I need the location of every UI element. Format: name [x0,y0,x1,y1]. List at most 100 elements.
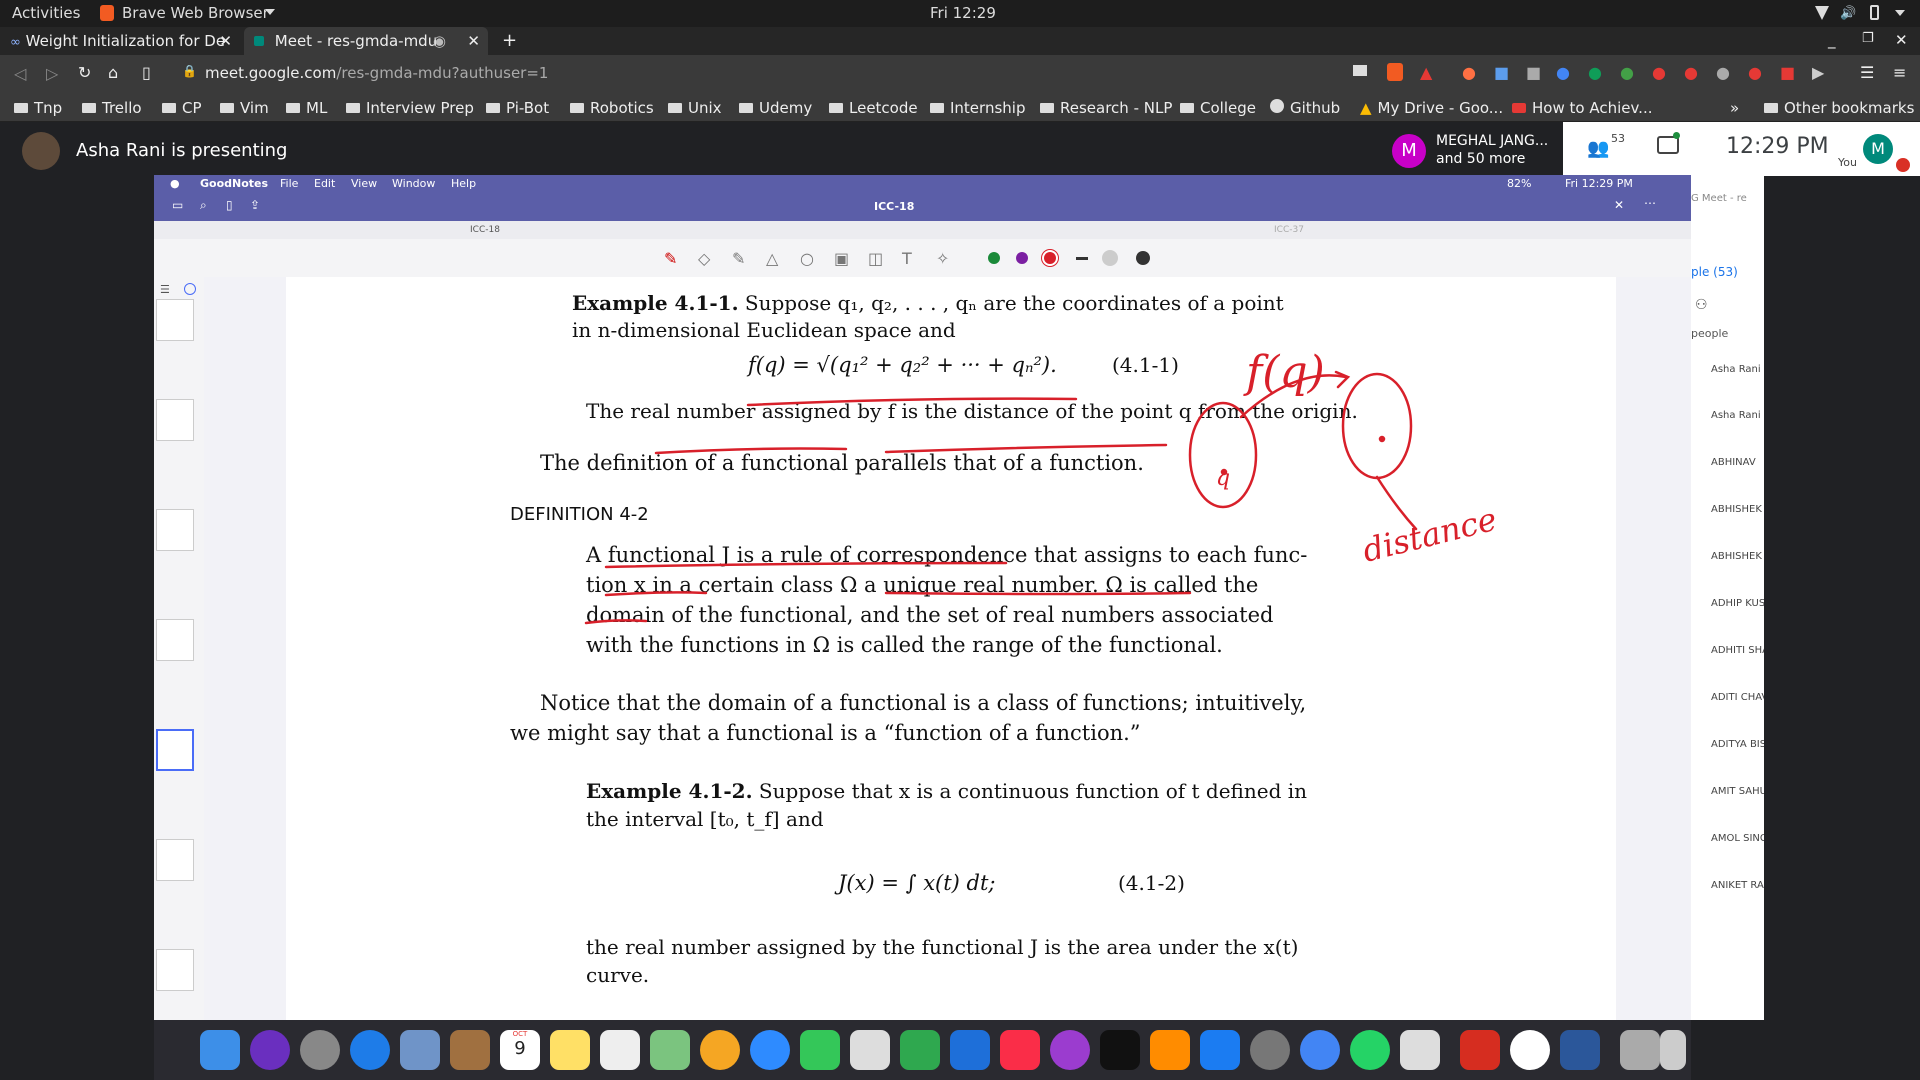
search-icon: ⌕ [200,198,207,212]
alarm-icon[interactable]: ● [1652,63,1666,82]
translate-icon[interactable]: ■ [1494,63,1509,82]
bookmark-other[interactable]: Other bookmarks [1764,99,1914,117]
lasso-icon: ○ [800,249,814,268]
list-icon: ☰ [160,283,170,296]
folder-icon [346,103,360,113]
you-label: You [1838,156,1857,169]
folder-icon [286,103,300,113]
bookmark-robotics[interactable]: Robotics [570,99,654,117]
bookmark-github[interactable]: Github [1270,99,1340,117]
trash-icon [1660,1030,1686,1070]
meet-icon [254,36,264,46]
extension-icon[interactable]: ● [1462,63,1476,82]
extension-icon[interactable]: ■ [1526,63,1541,82]
close-window-icon[interactable]: ✕ [1895,31,1908,49]
calendar-month: OCT [512,1030,528,1038]
more-icon: ⋯ [1644,196,1656,210]
forward-icon[interactable]: ▷ [46,64,58,83]
brave-icon [100,5,114,21]
folder-icon [668,103,682,113]
play-icon[interactable]: ▶ [1812,63,1824,82]
mac-menu-bar: ● GoodNotes File Edit View Window Help 8… [154,175,1691,193]
wifi-icon [1815,6,1829,20]
photos-icon [700,1030,740,1070]
apple-icon: ● [170,177,180,190]
tab-title: Meet - res-gmda-mdu [274,32,438,50]
google-icon[interactable]: ● [1556,63,1570,82]
bookmark-research-nlp[interactable]: Research - NLP [1040,99,1172,117]
bookmark-internship[interactable]: Internship [930,99,1025,117]
participant-item: ABHISHEK [1711,504,1762,515]
activities-button[interactable]: Activities [12,4,80,22]
extension-plus-icon[interactable]: ● [1620,63,1634,82]
bookmark-leetcode[interactable]: Leetcode [829,99,918,117]
home-icon[interactable]: ⌂ [108,63,118,82]
self-avatar: M [1863,134,1893,164]
tab-weight-initialization[interactable]: ∞ Weight Initialization for De ✕ [0,27,240,55]
text-tool-icon: T [902,249,912,268]
new-tab-button[interactable]: + [492,27,522,55]
participant-count: 53 [1611,132,1625,145]
bookmark-icon: ▯ [226,198,233,212]
camera-icon[interactable] [1353,65,1367,76]
arrowhead [1334,370,1351,389]
bookmark-trello[interactable]: Trello [82,99,142,117]
tab-meet[interactable]: Meet - res-gmda-mdu ◉ ✕ [244,27,488,55]
close-tab-icon[interactable]: ✕ [219,27,232,55]
back-icon[interactable]: ◁ [14,64,26,83]
brave-shield-icon[interactable] [1387,63,1403,81]
meet-controls: 👥 53 12:29 PM You M [1563,122,1920,176]
system-top-bar: Activities Brave Web Browser Fri 12:29 🔊 [0,0,1920,27]
minimize-icon[interactable]: _ [1828,31,1836,49]
calendar-extension-icon[interactable]: ■ [1780,63,1795,82]
underline-domain [584,619,648,625]
bookmark-tnp[interactable]: Tnp [14,99,62,117]
bookmarks-overflow-icon[interactable]: » [1730,99,1739,117]
chrome-icon [1300,1030,1340,1070]
bookmark-icon[interactable]: ▯ [142,63,151,82]
bookmark-pi-bot[interactable]: Pi-Bot [486,99,549,117]
bookmark-ml[interactable]: ML [286,99,327,117]
bookmark-cp[interactable]: CP [162,99,202,117]
eraser-icon: ◇ [698,249,711,268]
url-field[interactable]: meet.google.com/res-gmda-mdu?authuser=1 [205,64,548,82]
dot-fq [1378,435,1386,443]
app-menu-label[interactable]: Brave Web Browser [122,4,269,22]
laser-icon: ✧ [936,249,950,268]
people-icon[interactable]: 👥 [1587,138,1609,159]
annotation-distance: distance [1359,500,1501,570]
participant-item: ADHIP KUS [1711,598,1764,609]
bookmark-label: Pi-Bot [506,99,550,117]
bookmark-college[interactable]: College [1180,99,1256,117]
bookmark-interview-prep[interactable]: Interview Prep [346,99,474,117]
bookmark-udemy[interactable]: Udemy [739,99,812,117]
close-tab-icon[interactable]: ✕ [467,27,480,55]
participant-item: ADITYA BIS [1711,739,1764,750]
bookmark-vim[interactable]: Vim [220,99,269,117]
folder-icon [220,103,234,113]
bookmark-unix[interactable]: Unix [668,99,722,117]
menu-icon[interactable]: ≡ [1893,63,1906,82]
playlist-icon[interactable]: ☰ [1860,63,1874,82]
podcasts-icon [1050,1030,1090,1070]
system-menu-chevron-icon[interactable] [1895,10,1905,16]
bookmark-label: Internship [950,99,1026,117]
reload-icon[interactable]: ↻ [78,63,91,82]
stroke-medium-icon [1102,250,1118,266]
extension-icon[interactable]: ● [1748,63,1762,82]
shield-icon[interactable]: ● [1684,63,1698,82]
brave-rewards-icon[interactable]: ▲ [1420,63,1432,82]
restore-icon[interactable]: ❐ [1862,31,1874,46]
extension-icon[interactable]: ● [1716,63,1730,82]
system-clock[interactable]: Fri 12:29 [930,4,996,22]
music-icon [1000,1030,1040,1070]
camera-icon: ◫ [868,249,884,268]
grammarly-icon[interactable]: ● [1588,63,1602,82]
bookmark-how-to-achieve[interactable]: How to Achiev... [1512,99,1652,117]
bookmark-label: Interview Prep [366,99,474,117]
address-toolbar: ◁ ▷ ↻ ⌂ ▯ 🔒 meet.google.com/res-gmda-mdu… [0,55,1920,93]
whatsapp-icon [1350,1030,1390,1070]
bookmark-my-drive[interactable]: ▲ My Drive - Goo... [1360,99,1503,117]
bookmark-label: Tnp [34,99,63,117]
recording-icon: ◉ [432,32,446,50]
